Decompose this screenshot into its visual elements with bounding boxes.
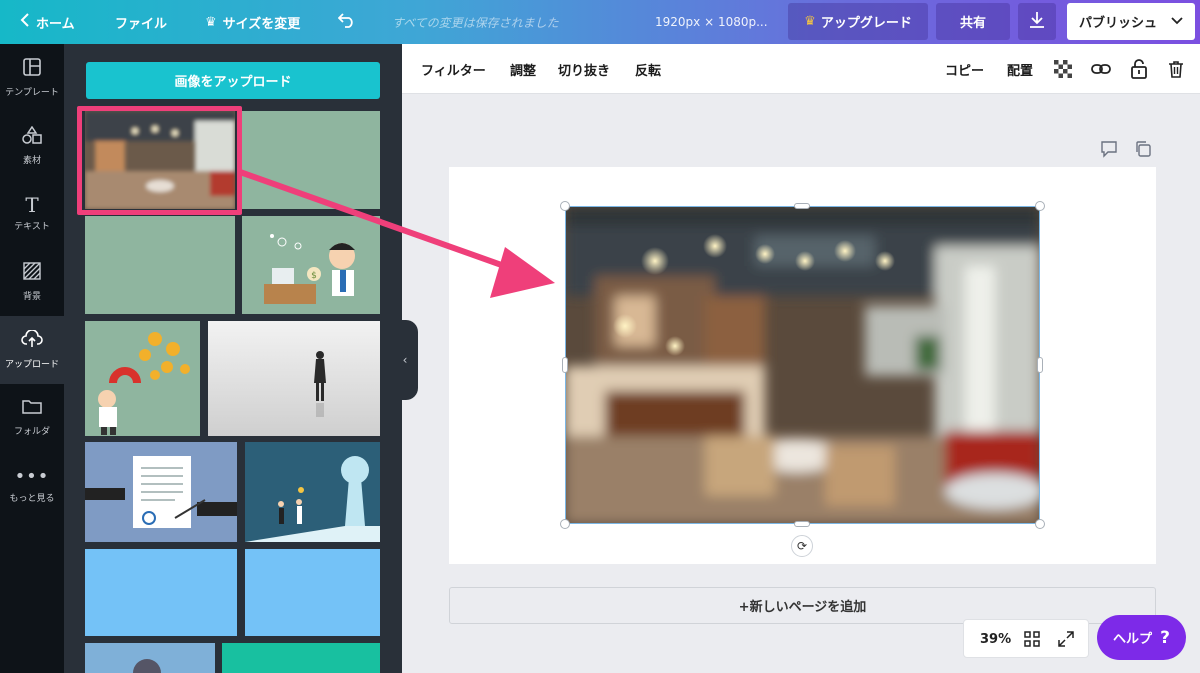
share-label: 共有 — [959, 16, 986, 31]
side-rail: テンプレート 素材 T テキスト 背景 アップロード フォルダ ••• もっと見… — [0, 44, 64, 673]
upload-image-button[interactable]: 画像をアップロード — [86, 62, 380, 99]
upgrade-button[interactable]: ♛ アップグレード — [788, 3, 928, 40]
publish-label: パブリッシュ — [1078, 16, 1157, 31]
help-label: ヘルプ — [1113, 632, 1153, 647]
upgrade-label: アップグレード — [820, 16, 912, 31]
rail-label-uploads: アップロード — [4, 360, 59, 370]
svg-text:$: $ — [311, 271, 317, 281]
uploaded-image-blue-2[interactable] — [245, 549, 380, 636]
share-button[interactable]: 共有 — [936, 3, 1010, 40]
comment-icon[interactable] — [1100, 140, 1118, 158]
resize-handle-top-right[interactable] — [1035, 201, 1045, 211]
highlight-box — [77, 106, 242, 215]
uploaded-image-sage[interactable] — [242, 111, 380, 209]
file-menu[interactable]: ファイル — [115, 0, 167, 44]
rail-label-elements: 素材 — [22, 156, 41, 166]
download-icon — [1029, 11, 1045, 33]
chevron-down-icon — [1171, 14, 1183, 29]
uploaded-image-partial-2[interactable] — [222, 643, 380, 673]
resize-handle-left[interactable] — [562, 357, 568, 373]
uploaded-image-magnet-coins[interactable] — [85, 321, 200, 436]
cafe-photo[interactable] — [565, 206, 1040, 524]
rail-label-text: テキスト — [14, 222, 50, 232]
uploaded-image-keyhole[interactable] — [245, 442, 380, 542]
folder-icon — [22, 399, 42, 419]
trash-icon[interactable] — [1165, 58, 1187, 80]
home-label: ホーム — [36, 16, 75, 32]
text-icon: T — [25, 193, 39, 217]
template-icon — [23, 58, 41, 80]
rail-item-uploads[interactable]: アップロード — [0, 316, 64, 384]
fullscreen-icon[interactable] — [1058, 631, 1074, 651]
home-button[interactable]: ホーム — [20, 0, 75, 44]
crown-icon: ♛ — [205, 14, 217, 30]
save-status: すべての変更は保存されました — [392, 15, 559, 30]
transparency-icon[interactable] — [1052, 58, 1074, 80]
image-toolbar: フィルター 調整 切り抜き 反転 コピー 配置 — [402, 44, 1200, 94]
resize-handle-top[interactable] — [794, 203, 810, 209]
duplicate-page-icon[interactable] — [1134, 140, 1152, 158]
background-icon — [23, 262, 41, 284]
zoom-controls: 39% — [963, 619, 1089, 658]
uploaded-image-foggy-person[interactable] — [208, 321, 380, 436]
rail-label-templates: テンプレート — [5, 88, 59, 98]
upload-icon — [21, 329, 43, 352]
rail-label-more: もっと見る — [9, 494, 55, 504]
rail-item-templates[interactable]: テンプレート — [0, 44, 64, 112]
uploaded-image-partial-1[interactable] — [85, 643, 215, 673]
link-icon[interactable] — [1090, 58, 1112, 80]
zoom-level[interactable]: 39% — [980, 620, 1011, 659]
panel-collapse-toggle[interactable]: ‹ — [392, 320, 418, 400]
lock-icon[interactable] — [1128, 58, 1150, 80]
uploaded-image-blue-1[interactable] — [85, 549, 237, 636]
resize-handle-bottom-right[interactable] — [1035, 519, 1045, 529]
help-button[interactable]: ヘルプ ? — [1097, 615, 1186, 660]
rail-item-text[interactable]: T テキスト — [0, 180, 64, 248]
rail-label-background: 背景 — [22, 292, 41, 302]
publish-button[interactable]: パブリッシュ — [1067, 3, 1195, 40]
chevron-left-icon — [20, 13, 30, 31]
more-icon: ••• — [14, 466, 50, 487]
rail-label-folders: フォルダ — [13, 427, 50, 437]
filter-button[interactable]: フィルター — [421, 44, 486, 94]
canvas-dimensions: 1920px × 1080p... — [655, 15, 768, 29]
flip-button[interactable]: 反転 — [635, 44, 661, 94]
crown-icon: ♛ — [804, 14, 816, 29]
file-label: ファイル — [115, 16, 168, 32]
resize-handle-bottom[interactable] — [794, 521, 810, 527]
undo-button[interactable] — [337, 0, 356, 44]
uploaded-image-sage-2[interactable] — [85, 216, 235, 314]
rail-item-folders[interactable]: フォルダ — [0, 384, 64, 452]
rail-item-more[interactable]: ••• もっと見る — [0, 452, 64, 520]
rotate-handle[interactable]: ⟳ — [791, 535, 813, 557]
resize-handle-top-left[interactable] — [560, 201, 570, 211]
elements-icon — [22, 125, 42, 148]
resize-handle-bottom-left[interactable] — [560, 519, 570, 529]
adjust-button[interactable]: 調整 — [510, 44, 536, 94]
resize-handle-right[interactable] — [1037, 357, 1043, 373]
chevron-left-icon: ‹ — [402, 353, 408, 367]
rail-item-elements[interactable]: 素材 — [0, 112, 64, 180]
rail-item-background[interactable]: 背景 — [0, 248, 64, 316]
top-bar: ホーム ファイル ♛ サイズを変更 すべての変更は保存されました 1920px … — [0, 0, 1200, 44]
rotate-icon: ⟳ — [796, 539, 808, 553]
undo-icon — [337, 12, 356, 32]
uploaded-image-contract[interactable] — [85, 442, 237, 542]
download-button[interactable] — [1018, 3, 1056, 40]
grid-view-icon[interactable] — [1024, 631, 1040, 651]
resize-label: サイズを変更 — [222, 16, 301, 32]
help-question-icon: ? — [1160, 627, 1170, 648]
crop-button[interactable]: 切り抜き — [558, 44, 610, 94]
resize-button[interactable]: ♛ サイズを変更 — [205, 0, 300, 44]
arrange-button[interactable]: 配置 — [1007, 44, 1033, 94]
copy-button[interactable]: コピー — [945, 44, 984, 94]
uploaded-image-businessman-money[interactable]: $ — [242, 216, 380, 314]
